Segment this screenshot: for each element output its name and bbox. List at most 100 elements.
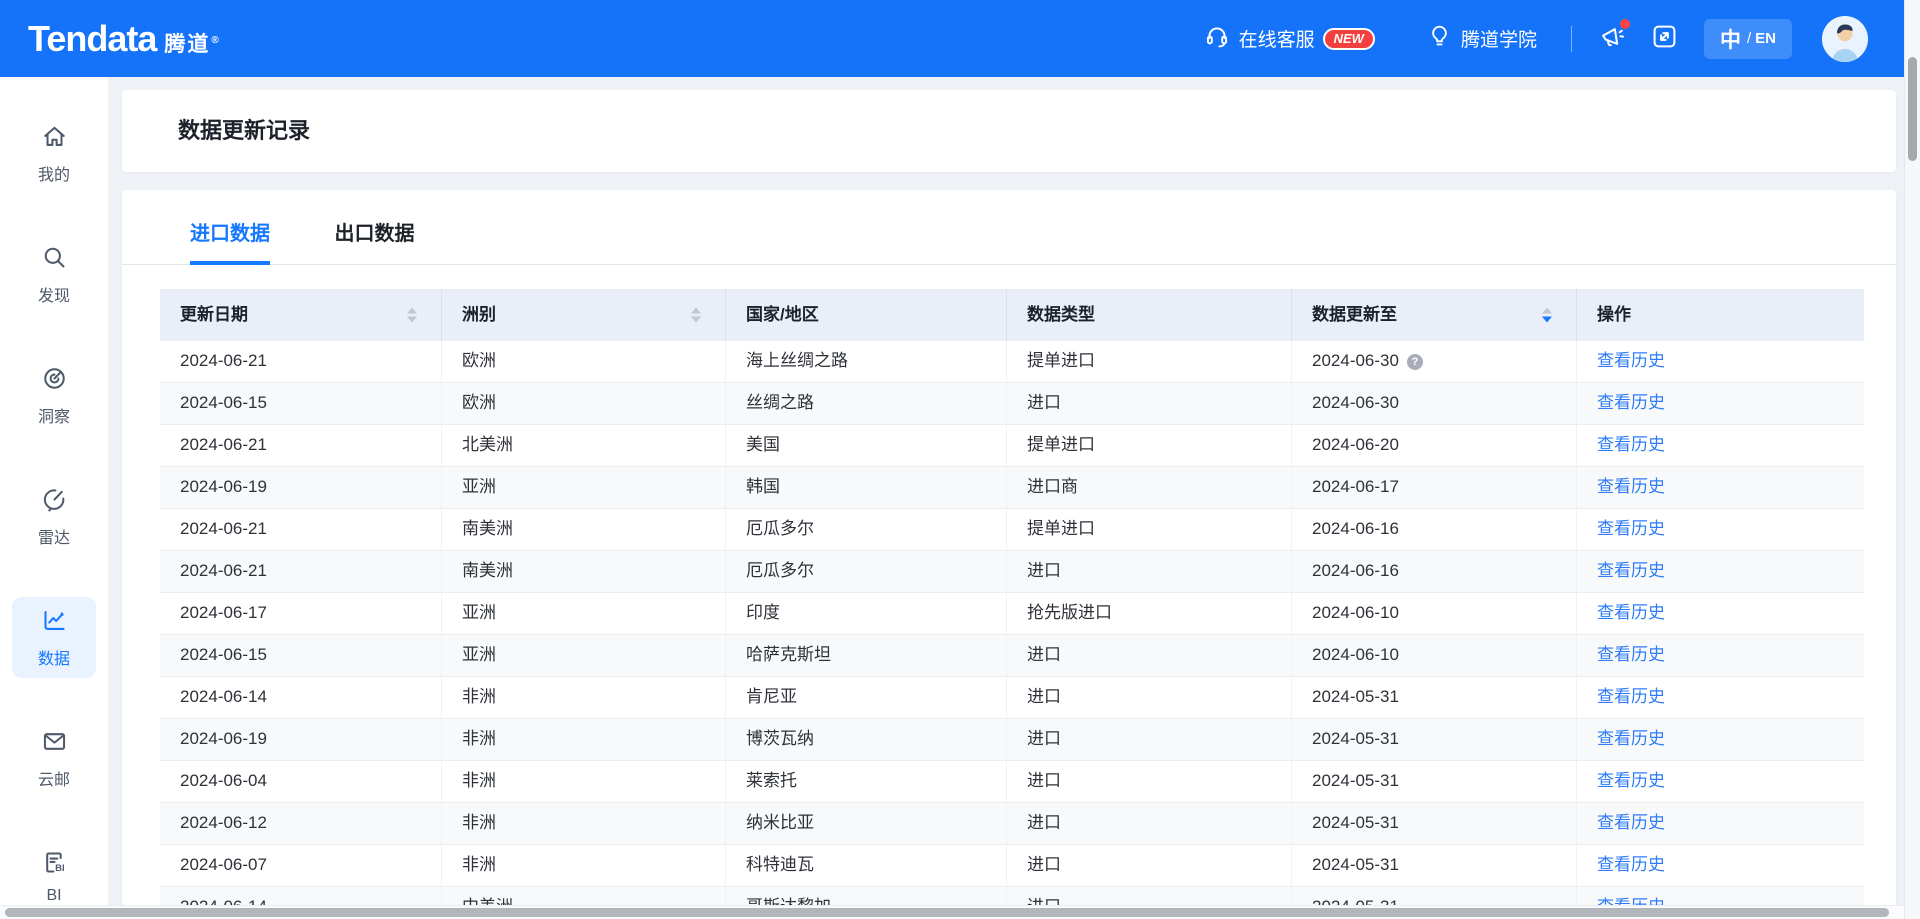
headset-icon bbox=[1204, 23, 1239, 55]
page-title: 数据更新记录 bbox=[122, 90, 1896, 172]
column-header-label: 洲别 bbox=[462, 305, 496, 324]
vertical-scrollbar-thumb[interactable] bbox=[1908, 57, 1917, 161]
view-history-link[interactable]: 查看历史 bbox=[1597, 771, 1665, 790]
mail-icon bbox=[41, 728, 68, 760]
sort-desc-icon[interactable] bbox=[1542, 317, 1552, 323]
updated-to-cell: 2024-05-31 bbox=[1292, 845, 1577, 886]
view-history-link[interactable]: 查看历史 bbox=[1597, 435, 1665, 454]
logo-text: Tendata bbox=[28, 18, 156, 60]
sort-arrows-icon[interactable] bbox=[1542, 308, 1552, 323]
sidebar-item-discover[interactable]: 发现 bbox=[12, 234, 96, 315]
view-history-link[interactable]: 查看历史 bbox=[1597, 561, 1665, 580]
notification-dot bbox=[1620, 19, 1630, 29]
sidebar-item-my[interactable]: 我的 bbox=[12, 113, 96, 194]
data-type-cell: 提单进口 bbox=[1007, 425, 1292, 466]
table-row: 2024-06-21欧洲海上丝绸之路提单进口2024-06-30?查看历史 bbox=[160, 341, 1864, 383]
view-history-link[interactable]: 查看历史 bbox=[1597, 393, 1665, 412]
sidebar-item-cloudmail[interactable]: 云邮 bbox=[12, 718, 96, 799]
view-history-link[interactable]: 查看历史 bbox=[1597, 351, 1665, 370]
horizontal-scrollbar-thumb[interactable] bbox=[5, 908, 1889, 917]
sort-desc-icon[interactable] bbox=[691, 317, 701, 323]
view-history-link[interactable]: 查看历史 bbox=[1597, 813, 1665, 832]
sidebar-item-radar[interactable]: 雷达 bbox=[12, 476, 96, 557]
update-date-cell: 2024-06-04 bbox=[160, 761, 442, 802]
action-cell: 查看历史 bbox=[1577, 551, 1864, 592]
app-logo[interactable]: Tendata腾道® bbox=[28, 18, 221, 60]
continent-cell: 非洲 bbox=[442, 803, 726, 844]
updated-to-cell: 2024-06-10 bbox=[1292, 635, 1577, 676]
new-badge: NEW bbox=[1323, 28, 1375, 50]
view-history-link[interactable]: 查看历史 bbox=[1597, 519, 1665, 538]
sort-asc-icon[interactable] bbox=[1542, 308, 1552, 314]
tab-import-data[interactable]: 进口数据 bbox=[190, 190, 270, 265]
page-title-card: 数据更新记录 bbox=[122, 90, 1896, 172]
horizontal-scrollbar[interactable] bbox=[0, 905, 1904, 919]
view-history-link[interactable]: 查看历史 bbox=[1597, 687, 1665, 706]
column-header: 国家/地区 bbox=[726, 289, 1007, 341]
region-cell: 肯尼亚 bbox=[726, 677, 1007, 718]
table-row: 2024-06-12非洲纳米比亚进口2024-05-31查看历史 bbox=[160, 803, 1864, 845]
view-history-link[interactable]: 查看历史 bbox=[1597, 477, 1665, 496]
updated-to-cell: 2024-05-31 bbox=[1292, 761, 1577, 802]
updated-to-cell: 2024-06-30 bbox=[1292, 383, 1577, 424]
expand-icon bbox=[1651, 23, 1678, 55]
line-chart-icon bbox=[41, 607, 68, 639]
insight-gauge-icon bbox=[41, 365, 68, 397]
table-row: 2024-06-15亚洲哈萨克斯坦进口2024-06-10查看历史 bbox=[160, 635, 1864, 677]
sidebar-item-label: 雷达 bbox=[38, 524, 70, 548]
view-history-link[interactable]: 查看历史 bbox=[1597, 729, 1665, 748]
sort-asc-icon[interactable] bbox=[407, 308, 417, 314]
data-type-cell: 抢先版进口 bbox=[1007, 593, 1292, 634]
region-cell: 博茨瓦纳 bbox=[726, 719, 1007, 760]
radar-icon bbox=[41, 486, 68, 518]
tab-export-data[interactable]: 出口数据 bbox=[334, 190, 414, 265]
sidebar-item-data[interactable]: 数据 bbox=[12, 597, 96, 678]
view-history-link[interactable]: 查看历史 bbox=[1597, 645, 1665, 664]
data-type-cell: 进口 bbox=[1007, 635, 1292, 676]
update-date-cell: 2024-06-21 bbox=[160, 341, 442, 382]
view-history-link[interactable]: 查看历史 bbox=[1597, 855, 1665, 874]
sort-arrows-icon[interactable] bbox=[691, 308, 701, 323]
region-cell: 韩国 bbox=[726, 467, 1007, 508]
bi-report-icon: BI bbox=[41, 849, 68, 881]
region-cell: 美国 bbox=[726, 425, 1007, 466]
table-row: 2024-06-21南美洲厄瓜多尔进口2024-06-16查看历史 bbox=[160, 551, 1864, 593]
update-date-cell: 2024-06-21 bbox=[160, 551, 442, 592]
sidebar-item-insight[interactable]: 洞察 bbox=[12, 355, 96, 436]
data-table-card: 进口数据 出口数据 更新日期洲别国家/地区数据类型数据更新至操作 2024-06… bbox=[122, 190, 1896, 919]
online-service-button[interactable]: 在线客服 NEW bbox=[1204, 23, 1375, 55]
svg-text:BI: BI bbox=[55, 863, 65, 874]
tab-bar: 进口数据 出口数据 bbox=[122, 190, 1896, 265]
top-nav: 在线客服 NEW 腾道学院 bbox=[1204, 16, 1868, 62]
continent-cell: 亚洲 bbox=[442, 635, 726, 676]
update-records-table: 更新日期洲别国家/地区数据类型数据更新至操作 2024-06-21欧洲海上丝绸之… bbox=[160, 289, 1864, 919]
update-date-cell: 2024-06-17 bbox=[160, 593, 442, 634]
sort-desc-icon[interactable] bbox=[407, 317, 417, 323]
update-date-cell: 2024-06-07 bbox=[160, 845, 442, 886]
column-header[interactable]: 数据更新至 bbox=[1292, 289, 1577, 341]
vertical-scrollbar[interactable] bbox=[1904, 0, 1920, 919]
column-header-label: 数据更新至 bbox=[1312, 305, 1397, 324]
language-toggle[interactable]: 中 / EN bbox=[1704, 19, 1792, 59]
academy-button[interactable]: 腾道学院 bbox=[1427, 23, 1537, 54]
sort-asc-icon[interactable] bbox=[691, 308, 701, 314]
view-history-link[interactable]: 查看历史 bbox=[1597, 603, 1665, 622]
column-header[interactable]: 更新日期 bbox=[160, 289, 442, 341]
updated-to-cell: 2024-05-31 bbox=[1292, 803, 1577, 844]
continent-cell: 南美洲 bbox=[442, 551, 726, 592]
action-cell: 查看历史 bbox=[1577, 635, 1864, 676]
updated-to-cell: 2024-06-16 bbox=[1292, 551, 1577, 592]
data-type-cell: 进口 bbox=[1007, 383, 1292, 424]
help-icon[interactable]: ? bbox=[1407, 354, 1423, 370]
continent-cell: 欧洲 bbox=[442, 341, 726, 382]
action-cell: 查看历史 bbox=[1577, 803, 1864, 844]
data-type-cell: 进口 bbox=[1007, 803, 1292, 844]
announcement-button[interactable] bbox=[1598, 23, 1625, 55]
continent-cell: 欧洲 bbox=[442, 383, 726, 424]
user-avatar[interactable] bbox=[1822, 16, 1868, 62]
sidebar-item-bi[interactable]: BI BI bbox=[12, 839, 96, 914]
sort-arrows-icon[interactable] bbox=[407, 308, 417, 323]
column-header[interactable]: 洲别 bbox=[442, 289, 726, 341]
fullscreen-button[interactable] bbox=[1651, 23, 1678, 55]
updated-to-cell: 2024-05-31 bbox=[1292, 677, 1577, 718]
